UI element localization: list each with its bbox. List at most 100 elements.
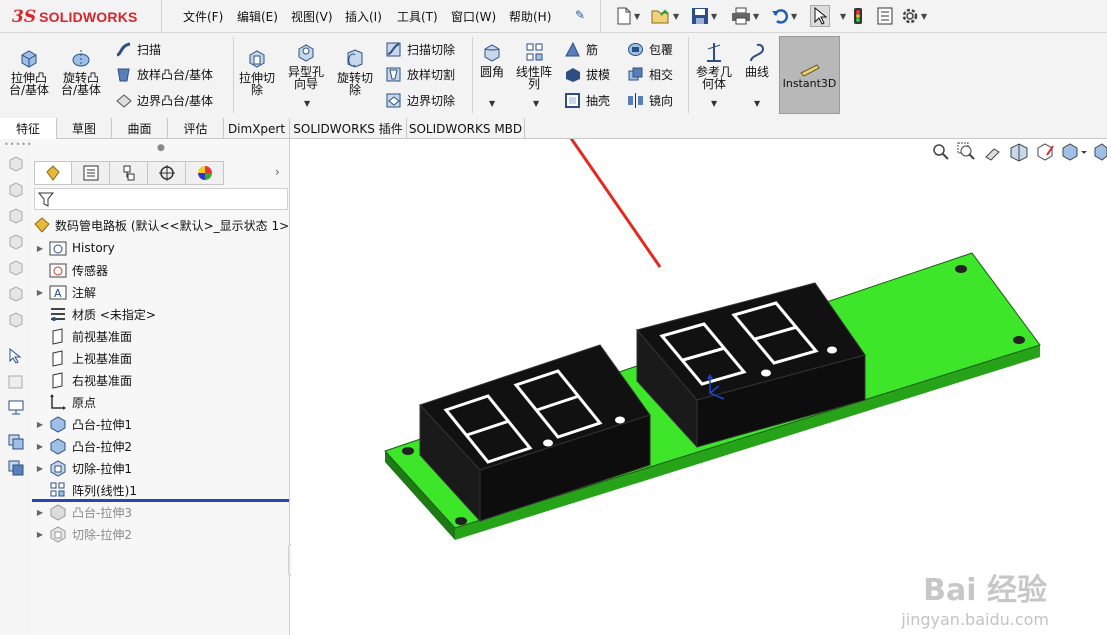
panel-expand-arrow-icon[interactable]: › xyxy=(275,165,280,179)
configurationmanager-tab[interactable] xyxy=(110,161,148,185)
shell-button[interactable]: 抽壳 xyxy=(564,92,610,109)
tree-item-boss-extrude3[interactable]: ▶ 凸台-拉伸3 xyxy=(31,501,289,523)
tree-item-front-plane[interactable]: 前视基准面 xyxy=(31,325,289,347)
solidworks-logo[interactable]: 3S SOLIDWORKS xyxy=(12,7,138,27)
menu-file[interactable]: 文件(F) xyxy=(183,8,223,25)
rebuild-button[interactable] xyxy=(853,5,863,27)
revolve-boss-button[interactable]: 旋转凸 台/基体 xyxy=(61,47,101,96)
expand-arrow-icon[interactable]: ▶ xyxy=(35,244,45,253)
tree-item-annotations[interactable]: ▶ A 注解 xyxy=(31,281,289,303)
linear-pattern-button[interactable]: 线性阵 列 xyxy=(516,41,552,90)
propertymanager-tab[interactable] xyxy=(72,161,110,185)
reference-geometry-dropdown[interactable]: ▼ xyxy=(711,99,717,108)
tree-item-history[interactable]: ▶ History xyxy=(31,237,289,259)
tree-item-boss-extrude2[interactable]: ▶ 凸台-拉伸2 xyxy=(31,435,289,457)
curves-dropdown[interactable]: ▼ xyxy=(754,99,760,108)
tree-item-top-plane[interactable]: 上视基准面 xyxy=(31,347,289,369)
fillet-dropdown[interactable]: ▼ xyxy=(489,99,495,108)
lofted-cut-button[interactable]: 放样切割 xyxy=(385,66,455,83)
tree-item-boss-extrude1[interactable]: ▶ 凸台-拉伸1 xyxy=(31,413,289,435)
draft-button[interactable]: 拔模 xyxy=(564,66,610,83)
file-properties-button[interactable] xyxy=(877,5,893,27)
dimxpertmanager-tab[interactable] xyxy=(148,161,186,185)
hole-wizard-button[interactable]: 异型孔 向导 xyxy=(288,41,324,90)
tree-item-cut-extrude1[interactable]: ▶ 切除-拉伸1 xyxy=(31,457,289,479)
expand-arrow-icon[interactable]: ▶ xyxy=(35,530,45,539)
new-document-button[interactable]: ▼ xyxy=(616,5,640,27)
tree-item-linear-pattern1[interactable]: 阵列(线性)1 xyxy=(31,479,289,501)
curves-button[interactable]: 曲线 xyxy=(745,41,769,78)
fillet-button[interactable]: 圆角 xyxy=(480,41,504,78)
expand-arrow-icon[interactable]: ▶ xyxy=(35,442,45,451)
intersect-button[interactable]: 相交 xyxy=(627,66,673,83)
tab-dimxpert[interactable]: DimXpert xyxy=(224,118,290,139)
expand-arrow-icon[interactable]: ▶ xyxy=(35,464,45,473)
menu-window[interactable]: 窗口(W) xyxy=(451,8,496,25)
menu-insert[interactable]: 插入(I) xyxy=(345,8,382,25)
panel-grip-icon[interactable]: ● xyxy=(157,143,165,153)
menu-view[interactable]: 视图(V) xyxy=(291,8,333,25)
tree-filter[interactable] xyxy=(34,188,288,210)
select-tool-icon[interactable] xyxy=(7,347,25,364)
select-dropdown[interactable]: ▼ xyxy=(838,5,846,27)
boundary-cut-button[interactable]: 边界切除 xyxy=(385,92,455,109)
cube-view-icon[interactable] xyxy=(7,285,25,302)
copy-tool-icon[interactable] xyxy=(7,433,25,450)
model-view[interactable] xyxy=(291,139,1107,635)
boundary-boss-button[interactable]: 边界凸台/基体 xyxy=(115,92,213,109)
reference-geometry-button[interactable]: 参考几 何体 xyxy=(696,41,732,90)
tab-sketch[interactable]: 草图 xyxy=(57,118,112,139)
rib-button[interactable]: 筋 xyxy=(564,41,598,58)
sweep-button[interactable]: 扫描 xyxy=(115,41,161,58)
lofted-cut-label: 放样切割 xyxy=(407,68,456,82)
mount-hole xyxy=(455,517,467,525)
tree-item-origin[interactable]: 原点 xyxy=(31,391,289,413)
open-button[interactable]: ▼ xyxy=(651,5,679,27)
revolve-cut-button[interactable]: 旋转切 除 xyxy=(337,47,373,96)
cube-view-icon[interactable] xyxy=(7,233,25,250)
tab-evaluate[interactable]: 评估 xyxy=(168,118,224,139)
select-button[interactable] xyxy=(810,5,830,27)
menu-edit[interactable]: 编辑(E) xyxy=(237,8,278,25)
cube-view-icon[interactable] xyxy=(7,181,25,198)
extrude-cut-button[interactable]: 拉伸切 除 xyxy=(239,47,275,96)
save-icon xyxy=(692,8,708,24)
tab-solidworks-mbd[interactable]: SOLIDWORKS MBD xyxy=(407,118,525,139)
expand-arrow-icon[interactable]: ▶ xyxy=(35,508,45,517)
featuremanager-tab[interactable] xyxy=(34,161,72,185)
cube-view-icon[interactable] xyxy=(7,259,25,276)
mirror-button[interactable]: 镜向 xyxy=(627,92,673,109)
extrude-boss-button[interactable]: 拉伸凸 台/基体 xyxy=(9,47,49,96)
loft-boss-button[interactable]: 放样凸台/基体 xyxy=(115,66,213,83)
tree-item-material[interactable]: 材质 <未指定> xyxy=(31,303,289,325)
cube-view-icon[interactable] xyxy=(7,207,25,224)
options-button[interactable]: ▼ xyxy=(901,5,927,27)
expand-arrow-icon[interactable]: ▶ xyxy=(35,420,45,429)
cube-view-icon[interactable] xyxy=(7,155,25,172)
tab-surfaces[interactable]: 曲面 xyxy=(112,118,168,139)
instant3d-button[interactable]: Instant3D xyxy=(779,36,840,114)
hole-wizard-dropdown[interactable]: ▼ xyxy=(304,99,310,108)
expand-arrow-icon[interactable]: ▶ xyxy=(35,288,45,297)
menu-help[interactable]: 帮助(H) xyxy=(509,8,551,25)
displaymanager-tab[interactable] xyxy=(186,161,224,185)
linear-pattern-dropdown[interactable]: ▼ xyxy=(533,99,539,108)
tab-solidworks-addins[interactable]: SOLIDWORKS 插件 xyxy=(290,118,407,139)
print-button[interactable]: ▼ xyxy=(731,5,759,27)
edit-tool-icon[interactable] xyxy=(7,373,25,390)
graphics-area[interactable]: Bai 经验 jingyan.baidu.com xyxy=(291,139,1107,635)
paste-tool-icon[interactable] xyxy=(7,459,25,476)
pin-icon[interactable]: ✎ xyxy=(575,8,585,22)
display-tool-icon[interactable] xyxy=(7,399,25,416)
wrap-button[interactable]: 包覆 xyxy=(627,41,673,58)
tree-item-cut-extrude2[interactable]: ▶ 切除-拉伸2 xyxy=(31,523,289,545)
undo-button[interactable]: ▼ xyxy=(771,5,797,27)
swept-cut-button[interactable]: 扫描切除 xyxy=(385,41,455,58)
cube-view-icon[interactable] xyxy=(7,311,25,328)
tree-item-right-plane[interactable]: 右视基准面 xyxy=(31,369,289,391)
save-button[interactable]: ▼ xyxy=(691,5,717,27)
menu-tools[interactable]: 工具(T) xyxy=(397,8,438,25)
tree-root[interactable]: 数码管电路板 (默认<<默认>_显示状态 1> xyxy=(33,214,291,236)
tab-features[interactable]: 特征 xyxy=(0,118,57,139)
tree-item-sensors[interactable]: 传感器 xyxy=(31,259,289,281)
